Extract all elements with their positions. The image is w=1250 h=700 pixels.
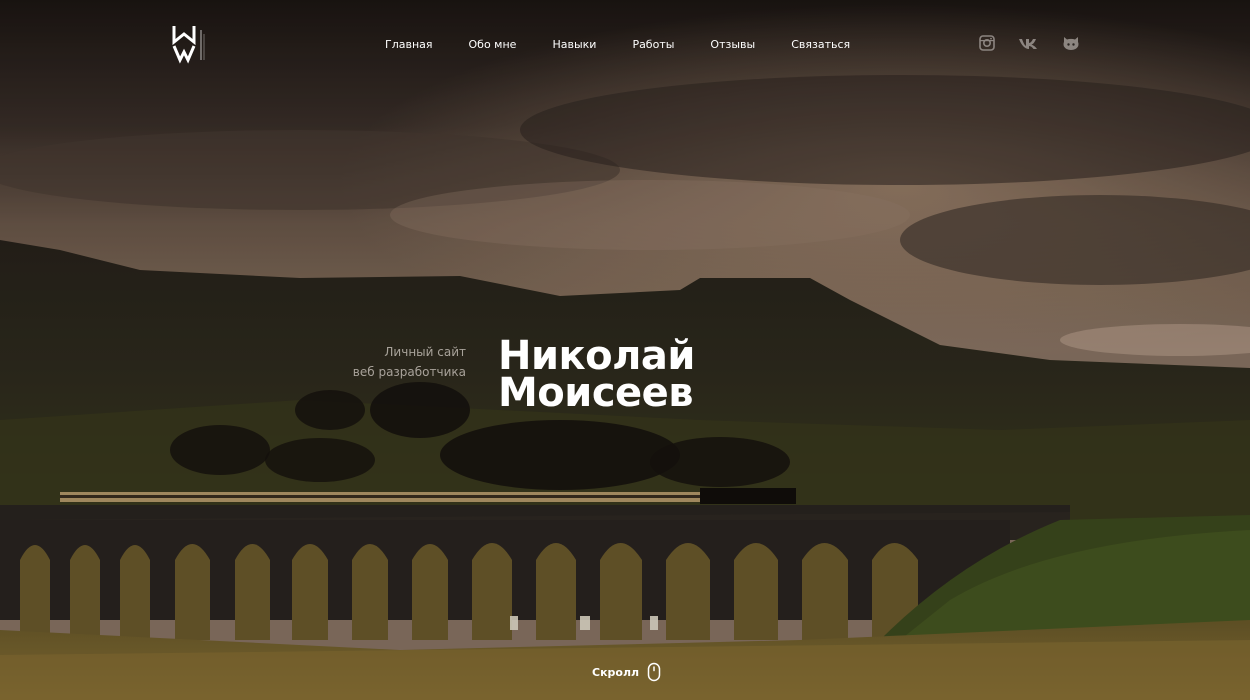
nav-item-works[interactable]: Работы [632,38,674,51]
scroll-label: Скролл [592,665,640,679]
hero-name-title: Николай Моисеев [498,336,695,416]
nav-item-skills[interactable]: Навыки [552,38,596,51]
nav-item-about[interactable]: Обо мне [469,38,517,51]
vk-icon[interactable] [1018,34,1040,52]
nav-item-reviews[interactable]: Отзывы [710,38,755,51]
social-links [978,34,1080,52]
nav-item-home[interactable]: Главная [385,38,433,51]
hero-section: Главная Обо мне Навыки Работы Отзывы Свя… [0,0,1250,700]
hero-subtitle: Личный сайт веб разработчика [353,342,466,382]
mouse-icon [647,662,661,682]
instagram-icon[interactable] [978,34,996,52]
hero-subtitle-line2: веб разработчика [352,365,466,379]
main-navigation: Главная Обо мне Навыки Работы Отзывы Свя… [385,38,886,51]
github-icon[interactable] [1062,34,1080,52]
site-logo[interactable] [170,24,214,64]
scroll-down-button[interactable]: Скролл [592,662,661,682]
hero-subtitle-line1: Личный сайт [384,345,466,359]
nav-item-contact[interactable]: Связаться [791,38,850,51]
hero-name-last: Моисеев [498,370,694,416]
